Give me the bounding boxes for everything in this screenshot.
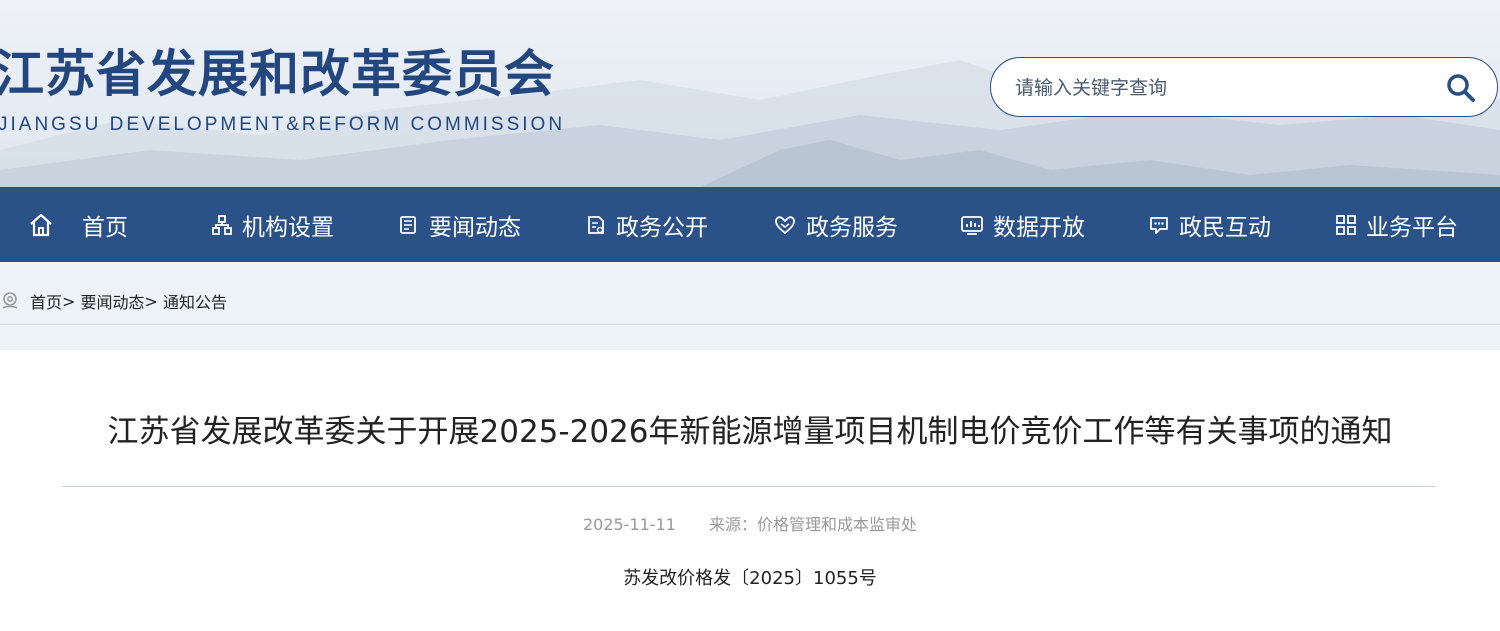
grid-icon (1336, 214, 1356, 235)
nav-item-public[interactable]: 政务公开 (586, 187, 708, 262)
search-icon[interactable] (1445, 72, 1477, 104)
search-box (990, 57, 1498, 117)
article-source: 来源：价格管理和成本监审处 (709, 515, 918, 534)
site-subtitle: JIANGSU DEVELOPMENT&REFORM COMMISSION (0, 114, 566, 135)
nav-item-data[interactable]: 数据开放 (961, 187, 1085, 262)
org-chart-icon (212, 214, 232, 235)
breadcrumb-home[interactable]: 首页 (30, 289, 62, 313)
search-input[interactable] (1013, 72, 1417, 104)
nav-label: 政民互动 (1179, 214, 1271, 241)
article-meta: 2025-11-11 来源：价格管理和成本监审处 (0, 511, 1500, 535)
breadcrumb: 首页 > 要闻动态 > 通知公告 (0, 262, 1500, 325)
breadcrumb-separator: > (144, 291, 158, 311)
nav-label: 要闻动态 (429, 214, 521, 241)
chat-icon (1150, 216, 1168, 234)
article-title: 江苏省发展改革委关于开展2025-2026年新能源增量项目机制电价竞价工作等有关… (107, 414, 1393, 450)
breadcrumb-news[interactable]: 要闻动态 (81, 289, 145, 313)
main-nav: 首页 机构设置 要闻动态 政务公开 政务服务 数据开放 政民互动 业务平台 (0, 187, 1500, 262)
location-icon (2, 292, 18, 309)
document-number: 苏发改价格发〔2025〕1055号 (623, 568, 877, 589)
nav-label: 业务平台 (1366, 214, 1458, 241)
nav-label: 数据开放 (993, 214, 1085, 241)
site-title[interactable]: 江苏省发展和改革委员会 (0, 34, 555, 106)
nav-label: 政务服务 (806, 214, 898, 241)
article-panel: 江苏省发展改革委关于开展2025-2026年新能源增量项目机制电价竞价工作等有关… (0, 350, 1500, 631)
document-icon (588, 215, 604, 234)
site-header: 江苏省发展和改革委员会 JIANGSU DEVELOPMENT&REFORM C… (0, 0, 1500, 187)
nav-label: 首页 (82, 214, 128, 241)
title-divider (62, 486, 1436, 487)
breadcrumb-trail: 首页 > 要闻动态 > 通知公告 (0, 289, 227, 313)
service-icon (775, 215, 795, 234)
home-icon (30, 213, 52, 236)
breadcrumb-notices[interactable]: 通知公告 (163, 289, 227, 313)
nav-item-news[interactable]: 要闻动态 (399, 187, 521, 262)
nav-item-org[interactable]: 机构设置 (212, 187, 334, 262)
news-icon (400, 215, 416, 234)
nav-item-interaction[interactable]: 政民互动 (1149, 187, 1271, 262)
nav-label: 政务公开 (616, 214, 708, 241)
nav-label: 机构设置 (242, 214, 334, 241)
data-icon (961, 215, 983, 235)
article-date: 2025-11-11 (582, 515, 676, 534)
breadcrumb-separator: > (62, 291, 76, 311)
nav-item-service[interactable]: 政务服务 (774, 187, 898, 262)
nav-item-home[interactable]: 首页 (28, 187, 128, 262)
nav-item-platform[interactable]: 业务平台 (1336, 187, 1458, 262)
